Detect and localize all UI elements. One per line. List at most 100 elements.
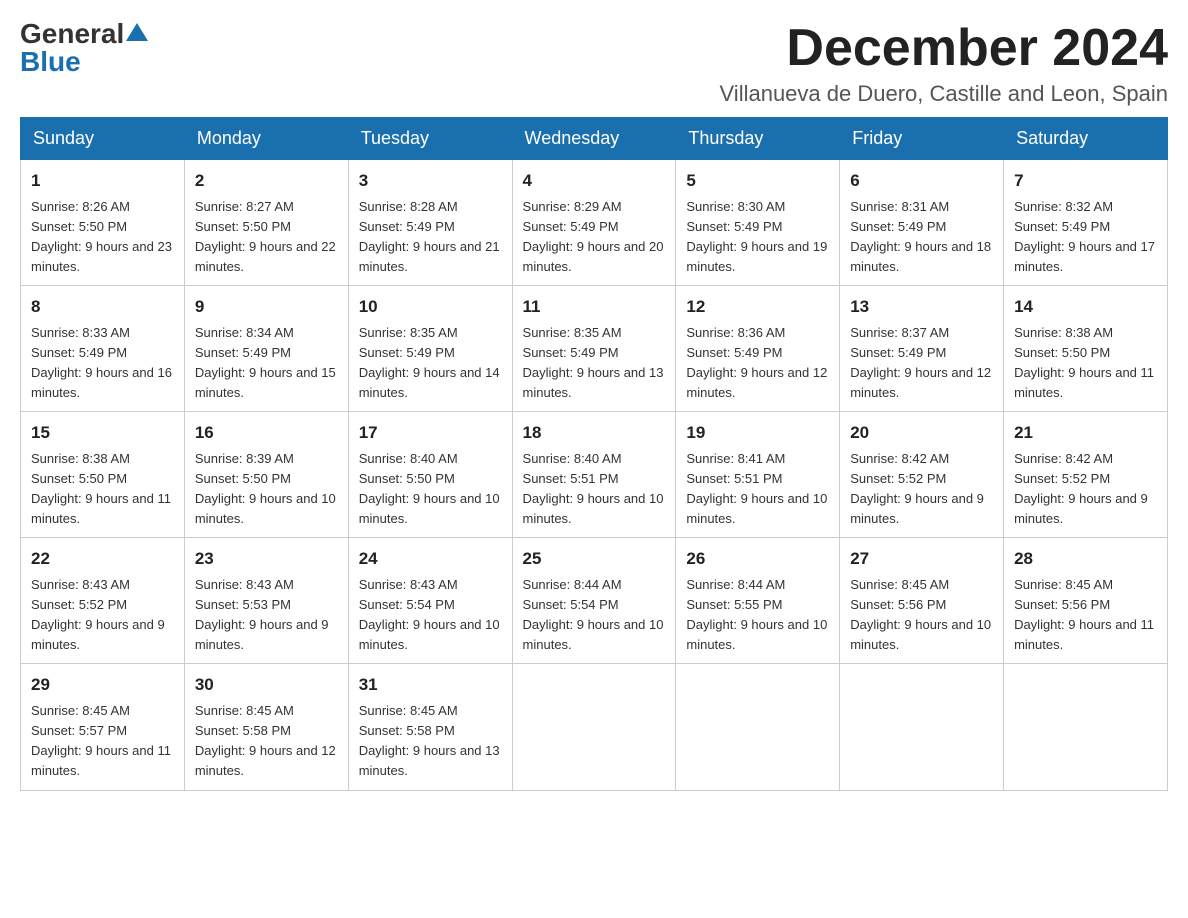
day-number: 21 — [1014, 420, 1157, 446]
table-row: 23 Sunrise: 8:43 AMSunset: 5:53 PMDaylig… — [184, 538, 348, 664]
day-number: 4 — [523, 168, 666, 194]
day-info: Sunrise: 8:26 AMSunset: 5:50 PMDaylight:… — [31, 199, 172, 274]
day-info: Sunrise: 8:36 AMSunset: 5:49 PMDaylight:… — [686, 325, 827, 400]
day-number: 30 — [195, 672, 338, 698]
day-info: Sunrise: 8:41 AMSunset: 5:51 PMDaylight:… — [686, 451, 827, 526]
location-title: Villanueva de Duero, Castille and Leon, … — [720, 81, 1168, 107]
page-header: General Blue December 2024 Villanueva de… — [20, 20, 1168, 107]
day-info: Sunrise: 8:44 AMSunset: 5:54 PMDaylight:… — [523, 577, 664, 652]
table-row: 22 Sunrise: 8:43 AMSunset: 5:52 PMDaylig… — [21, 538, 185, 664]
day-number: 22 — [31, 546, 174, 572]
day-info: Sunrise: 8:45 AMSunset: 5:58 PMDaylight:… — [195, 703, 336, 778]
day-info: Sunrise: 8:32 AMSunset: 5:49 PMDaylight:… — [1014, 199, 1155, 274]
calendar-week-row: 15 Sunrise: 8:38 AMSunset: 5:50 PMDaylig… — [21, 412, 1168, 538]
day-number: 27 — [850, 546, 993, 572]
day-number: 1 — [31, 168, 174, 194]
table-row: 5 Sunrise: 8:30 AMSunset: 5:49 PMDayligh… — [676, 160, 840, 286]
day-info: Sunrise: 8:28 AMSunset: 5:49 PMDaylight:… — [359, 199, 500, 274]
table-row: 4 Sunrise: 8:29 AMSunset: 5:49 PMDayligh… — [512, 160, 676, 286]
day-info: Sunrise: 8:37 AMSunset: 5:49 PMDaylight:… — [850, 325, 991, 400]
month-title: December 2024 — [720, 20, 1168, 77]
header-tuesday: Tuesday — [348, 118, 512, 160]
day-number: 19 — [686, 420, 829, 446]
header-sunday: Sunday — [21, 118, 185, 160]
table-row: 25 Sunrise: 8:44 AMSunset: 5:54 PMDaylig… — [512, 538, 676, 664]
day-number: 17 — [359, 420, 502, 446]
day-number: 25 — [523, 546, 666, 572]
day-number: 11 — [523, 294, 666, 320]
table-row — [1004, 664, 1168, 790]
table-row: 21 Sunrise: 8:42 AMSunset: 5:52 PMDaylig… — [1004, 412, 1168, 538]
logo-general-text: General — [20, 20, 124, 48]
day-number: 18 — [523, 420, 666, 446]
table-row: 30 Sunrise: 8:45 AMSunset: 5:58 PMDaylig… — [184, 664, 348, 790]
day-info: Sunrise: 8:30 AMSunset: 5:49 PMDaylight:… — [686, 199, 827, 274]
table-row — [512, 664, 676, 790]
table-row: 26 Sunrise: 8:44 AMSunset: 5:55 PMDaylig… — [676, 538, 840, 664]
day-number: 9 — [195, 294, 338, 320]
header-saturday: Saturday — [1004, 118, 1168, 160]
day-number: 28 — [1014, 546, 1157, 572]
calendar-header-row: Sunday Monday Tuesday Wednesday Thursday… — [21, 118, 1168, 160]
calendar-week-row: 1 Sunrise: 8:26 AMSunset: 5:50 PMDayligh… — [21, 160, 1168, 286]
day-number: 7 — [1014, 168, 1157, 194]
day-number: 8 — [31, 294, 174, 320]
day-number: 5 — [686, 168, 829, 194]
day-info: Sunrise: 8:40 AMSunset: 5:50 PMDaylight:… — [359, 451, 500, 526]
day-number: 12 — [686, 294, 829, 320]
table-row — [676, 664, 840, 790]
table-row: 12 Sunrise: 8:36 AMSunset: 5:49 PMDaylig… — [676, 286, 840, 412]
table-row: 14 Sunrise: 8:38 AMSunset: 5:50 PMDaylig… — [1004, 286, 1168, 412]
table-row: 8 Sunrise: 8:33 AMSunset: 5:49 PMDayligh… — [21, 286, 185, 412]
header-friday: Friday — [840, 118, 1004, 160]
day-info: Sunrise: 8:43 AMSunset: 5:54 PMDaylight:… — [359, 577, 500, 652]
table-row: 20 Sunrise: 8:42 AMSunset: 5:52 PMDaylig… — [840, 412, 1004, 538]
day-info: Sunrise: 8:45 AMSunset: 5:56 PMDaylight:… — [850, 577, 991, 652]
table-row: 27 Sunrise: 8:45 AMSunset: 5:56 PMDaylig… — [840, 538, 1004, 664]
day-info: Sunrise: 8:42 AMSunset: 5:52 PMDaylight:… — [850, 451, 984, 526]
day-number: 13 — [850, 294, 993, 320]
table-row: 28 Sunrise: 8:45 AMSunset: 5:56 PMDaylig… — [1004, 538, 1168, 664]
table-row: 1 Sunrise: 8:26 AMSunset: 5:50 PMDayligh… — [21, 160, 185, 286]
header-monday: Monday — [184, 118, 348, 160]
table-row: 7 Sunrise: 8:32 AMSunset: 5:49 PMDayligh… — [1004, 160, 1168, 286]
day-info: Sunrise: 8:45 AMSunset: 5:57 PMDaylight:… — [31, 703, 171, 778]
day-number: 20 — [850, 420, 993, 446]
day-info: Sunrise: 8:44 AMSunset: 5:55 PMDaylight:… — [686, 577, 827, 652]
day-info: Sunrise: 8:45 AMSunset: 5:56 PMDaylight:… — [1014, 577, 1154, 652]
day-number: 2 — [195, 168, 338, 194]
calendar-week-row: 22 Sunrise: 8:43 AMSunset: 5:52 PMDaylig… — [21, 538, 1168, 664]
logo-blue-text: Blue — [20, 46, 81, 77]
table-row: 15 Sunrise: 8:38 AMSunset: 5:50 PMDaylig… — [21, 412, 185, 538]
table-row: 24 Sunrise: 8:43 AMSunset: 5:54 PMDaylig… — [348, 538, 512, 664]
day-info: Sunrise: 8:39 AMSunset: 5:50 PMDaylight:… — [195, 451, 336, 526]
table-row: 19 Sunrise: 8:41 AMSunset: 5:51 PMDaylig… — [676, 412, 840, 538]
day-info: Sunrise: 8:29 AMSunset: 5:49 PMDaylight:… — [523, 199, 664, 274]
calendar-week-row: 29 Sunrise: 8:45 AMSunset: 5:57 PMDaylig… — [21, 664, 1168, 790]
day-number: 14 — [1014, 294, 1157, 320]
table-row: 11 Sunrise: 8:35 AMSunset: 5:49 PMDaylig… — [512, 286, 676, 412]
day-number: 26 — [686, 546, 829, 572]
day-number: 29 — [31, 672, 174, 698]
table-row: 31 Sunrise: 8:45 AMSunset: 5:58 PMDaylig… — [348, 664, 512, 790]
day-number: 3 — [359, 168, 502, 194]
day-info: Sunrise: 8:35 AMSunset: 5:49 PMDaylight:… — [523, 325, 664, 400]
table-row: 3 Sunrise: 8:28 AMSunset: 5:49 PMDayligh… — [348, 160, 512, 286]
table-row: 16 Sunrise: 8:39 AMSunset: 5:50 PMDaylig… — [184, 412, 348, 538]
day-info: Sunrise: 8:43 AMSunset: 5:52 PMDaylight:… — [31, 577, 165, 652]
day-info: Sunrise: 8:35 AMSunset: 5:49 PMDaylight:… — [359, 325, 500, 400]
title-area: December 2024 Villanueva de Duero, Casti… — [720, 20, 1168, 107]
day-info: Sunrise: 8:38 AMSunset: 5:50 PMDaylight:… — [31, 451, 171, 526]
day-info: Sunrise: 8:38 AMSunset: 5:50 PMDaylight:… — [1014, 325, 1154, 400]
table-row: 6 Sunrise: 8:31 AMSunset: 5:49 PMDayligh… — [840, 160, 1004, 286]
day-number: 15 — [31, 420, 174, 446]
day-info: Sunrise: 8:45 AMSunset: 5:58 PMDaylight:… — [359, 703, 500, 778]
calendar-table: Sunday Monday Tuesday Wednesday Thursday… — [20, 117, 1168, 790]
day-number: 23 — [195, 546, 338, 572]
day-number: 6 — [850, 168, 993, 194]
day-number: 24 — [359, 546, 502, 572]
table-row — [840, 664, 1004, 790]
day-info: Sunrise: 8:34 AMSunset: 5:49 PMDaylight:… — [195, 325, 336, 400]
day-info: Sunrise: 8:27 AMSunset: 5:50 PMDaylight:… — [195, 199, 336, 274]
table-row: 18 Sunrise: 8:40 AMSunset: 5:51 PMDaylig… — [512, 412, 676, 538]
